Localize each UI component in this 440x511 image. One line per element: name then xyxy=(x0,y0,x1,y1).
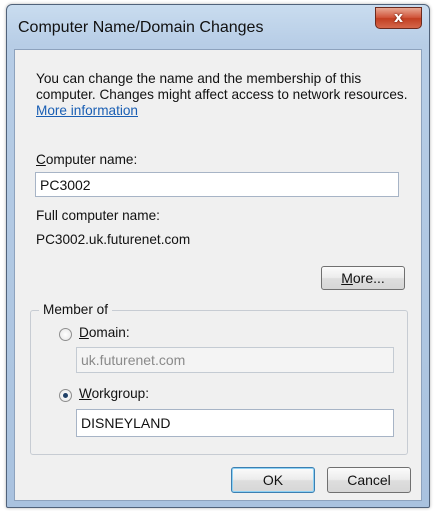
computer-name-input[interactable] xyxy=(35,172,399,197)
workgroup-radio[interactable] xyxy=(59,389,72,402)
dialog-body: You can change the name and the membersh… xyxy=(14,49,422,501)
title-bar[interactable]: Computer Name/Domain Changes x xyxy=(7,5,429,49)
ok-button[interactable]: OK xyxy=(231,467,315,493)
intro-description: You can change the name and the membersh… xyxy=(36,71,408,102)
more-information-link[interactable]: More information xyxy=(36,103,138,118)
close-button[interactable]: x xyxy=(375,7,422,29)
domain-radio-label[interactable]: Domain: xyxy=(79,325,130,340)
more-button[interactable]: More... xyxy=(321,266,405,290)
dialog-window: Computer Name/Domain Changes x You can c… xyxy=(6,4,430,508)
workgroup-input[interactable] xyxy=(76,409,394,437)
computer-name-label: Computer name: xyxy=(36,152,138,167)
workgroup-radio-label[interactable]: Workgroup: xyxy=(79,386,149,401)
full-computer-name-value: PC3002.uk.futurenet.com xyxy=(36,232,191,247)
cancel-button[interactable]: Cancel xyxy=(327,467,411,493)
domain-input[interactable] xyxy=(76,347,394,373)
member-of-group: Member of Domain: Workgroup: xyxy=(30,302,408,455)
full-computer-name-label: Full computer name: xyxy=(36,208,160,223)
domain-radio[interactable] xyxy=(59,328,72,341)
member-of-legend: Member of xyxy=(39,302,112,317)
dialog-title: Computer Name/Domain Changes xyxy=(18,19,264,36)
close-icon: x xyxy=(393,10,404,26)
intro-text-block: You can change the name and the membersh… xyxy=(36,71,416,119)
